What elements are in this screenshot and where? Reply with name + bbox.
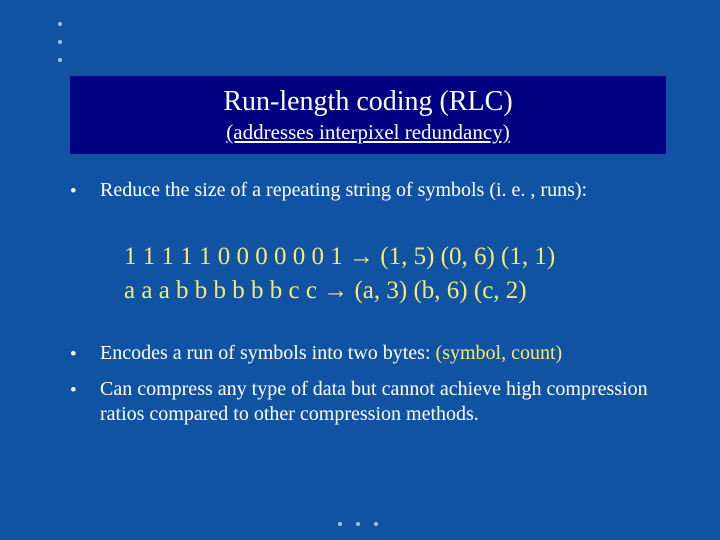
dot-icon bbox=[356, 522, 360, 526]
bullet-mark: • bbox=[70, 377, 100, 403]
dot-icon bbox=[58, 22, 62, 26]
example-block: 1 1 1 1 1 0 0 0 0 0 0 1 → (1, 5) (0, 6) … bbox=[124, 240, 666, 308]
bullet-mark: • bbox=[70, 178, 100, 204]
title-band: Run-length coding (RLC) (addresses inter… bbox=[70, 76, 666, 154]
bullet-text-highlight: (symbol, count) bbox=[436, 342, 563, 364]
dot-icon bbox=[374, 522, 378, 526]
bullet-text: Reduce the size of a repeating string of… bbox=[100, 178, 587, 203]
slide-title: Run-length coding (RLC) bbox=[223, 87, 512, 118]
example-line-2: a a a b b b b b b c c → (a, 3) (b, 6) (c… bbox=[124, 274, 666, 308]
decor-dots-bottom bbox=[338, 522, 378, 526]
dot-icon bbox=[58, 40, 62, 44]
bullet-text: Encodes a run of symbols into two bytes:… bbox=[100, 341, 562, 366]
dot-icon bbox=[58, 58, 62, 62]
bullet-item: • Can compress any type of data but cann… bbox=[70, 377, 666, 427]
bullet-item: • Encodes a run of symbols into two byte… bbox=[70, 341, 666, 367]
bullet-text-a: Encodes a run of symbols into two bytes: bbox=[100, 342, 436, 364]
slide-subtitle: (addresses interpixel redundancy) bbox=[226, 120, 509, 145]
bullet-text: Can compress any type of data but cannot… bbox=[100, 377, 666, 427]
bullet-item: • Reduce the size of a repeating string … bbox=[70, 178, 666, 204]
bullet-mark: • bbox=[70, 341, 100, 367]
dot-icon bbox=[338, 522, 342, 526]
example-line-1: 1 1 1 1 1 0 0 0 0 0 0 1 → (1, 5) (0, 6) … bbox=[124, 240, 666, 274]
slide-body: • Reduce the size of a repeating string … bbox=[70, 178, 666, 437]
decor-dots-top bbox=[58, 22, 62, 62]
